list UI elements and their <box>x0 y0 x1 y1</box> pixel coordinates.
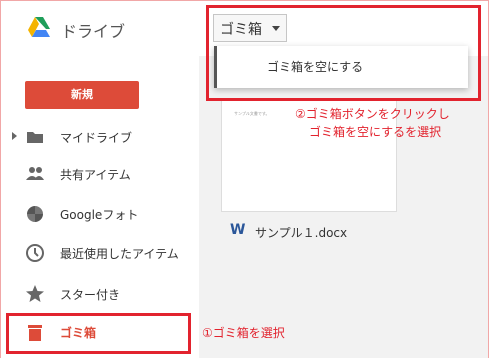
drive-logo-icon <box>28 17 50 37</box>
annotation-step-2-line-2: ゴミ箱を空にするを選択 <box>309 125 442 139</box>
sidebar-item-label: Googleフォト <box>60 208 139 222</box>
sidebar-item-label: 最近使用したアイテム <box>60 247 179 261</box>
app-name: ドライブ <box>61 22 126 41</box>
sidebar-item-shared[interactable]: 共有アイテム <box>0 155 198 193</box>
clock-icon <box>26 244 44 262</box>
new-button[interactable]: 新規 <box>25 81 139 109</box>
word-icon: W <box>230 222 246 238</box>
annotation-highlight-box <box>206 5 481 101</box>
drive-icon <box>27 132 43 143</box>
sidebar-item-label: スター付き <box>60 288 121 302</box>
photos-icon <box>27 206 43 222</box>
people-icon <box>26 167 44 180</box>
sidebar-item-google-photos[interactable]: Googleフォト <box>0 195 198 233</box>
sidebar-item-label: 共有アイテム <box>60 168 131 182</box>
annotation-step-2: ②ゴミ箱ボタンをクリックし ゴミ箱を空にするを選択 <box>295 105 450 141</box>
annotation-highlight-box <box>6 313 191 354</box>
sidebar-item-recent[interactable]: 最近使用したアイテム <box>0 234 198 272</box>
sidebar-item-starred[interactable]: スター付き <box>0 275 198 313</box>
file-name[interactable]: サンプル１.docx <box>255 224 347 241</box>
annotation-step-2-line-1: ②ゴミ箱ボタンをクリックし <box>295 107 450 121</box>
file-preview-text: サンプル文書です。 <box>234 111 270 116</box>
star-icon <box>26 285 44 302</box>
sidebar-item-my-drive[interactable]: マイドライブ <box>0 118 198 156</box>
expand-arrow-icon[interactable] <box>12 132 17 140</box>
annotation-step-1: ①ゴミ箱を選択 <box>202 326 285 340</box>
sidebar-item-label: マイドライブ <box>60 131 133 145</box>
